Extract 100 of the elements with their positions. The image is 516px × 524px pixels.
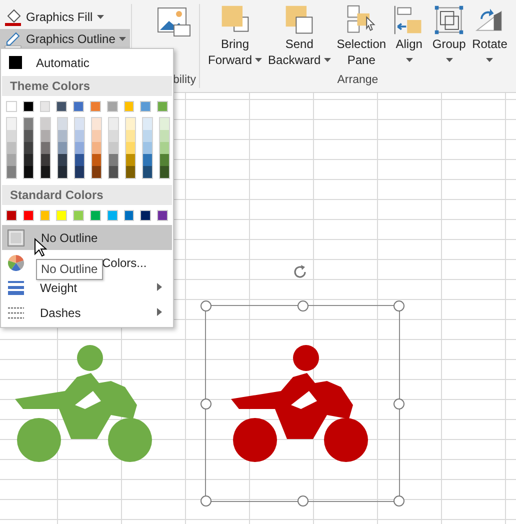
empty-square-icon (7, 228, 25, 246)
menu-item[interactable]: Colors... (102, 256, 147, 270)
color-swatch[interactable] (143, 130, 152, 142)
color-swatch[interactable] (126, 166, 135, 178)
color-swatch[interactable] (24, 118, 33, 130)
color-swatch[interactable] (160, 166, 169, 178)
color-swatch[interactable] (41, 142, 50, 154)
color-swatch[interactable] (58, 142, 67, 154)
resize-handle[interactable] (200, 300, 212, 312)
color-swatch[interactable] (75, 142, 84, 154)
color-swatch[interactable] (56, 210, 68, 221)
color-swatch[interactable] (109, 166, 118, 178)
color-swatch[interactable] (126, 130, 135, 142)
color-swatch[interactable] (24, 154, 33, 166)
color-swatch[interactable] (41, 118, 50, 130)
color-swatch[interactable] (157, 101, 168, 112)
color-swatch[interactable] (7, 118, 16, 130)
color-swatch[interactable] (41, 166, 50, 178)
graphics-outline-button[interactable]: Graphics Outline (0, 29, 130, 49)
color-swatch[interactable] (58, 130, 67, 142)
color-swatch[interactable] (40, 210, 50, 221)
color-swatch[interactable] (75, 130, 84, 142)
color-swatch[interactable] (109, 118, 118, 130)
resize-handle[interactable] (394, 496, 404, 506)
resize-handle[interactable] (394, 398, 404, 409)
color-swatch[interactable] (75, 154, 84, 166)
color-swatch[interactable] (73, 101, 84, 112)
color-swatch[interactable] (73, 210, 84, 221)
color-swatch[interactable] (92, 118, 101, 130)
color-swatch[interactable] (109, 154, 118, 166)
color-swatch[interactable] (160, 142, 169, 154)
color-swatch[interactable] (143, 166, 152, 178)
color-swatch[interactable] (58, 118, 67, 130)
color-swatch[interactable] (7, 142, 16, 154)
color-swatch[interactable] (143, 154, 152, 166)
rotate-handle-icon[interactable] (291, 263, 309, 281)
color-swatch[interactable] (7, 130, 16, 142)
color-swatch[interactable] (75, 118, 84, 130)
color-swatch[interactable] (7, 166, 16, 178)
menu-item[interactable]: Dashes (40, 306, 81, 320)
color-swatch[interactable] (92, 154, 101, 166)
color-wheel-icon (8, 254, 24, 270)
resize-handle[interactable] (297, 496, 308, 506)
resize-handle[interactable] (297, 300, 308, 312)
color-swatch[interactable] (160, 154, 169, 166)
color-swatch[interactable] (58, 166, 67, 178)
color-swatch[interactable] (56, 101, 68, 112)
color-swatch[interactable] (126, 118, 135, 130)
color-swatch[interactable] (109, 130, 118, 142)
resize-handle[interactable] (394, 300, 404, 312)
menu-item[interactable]: Weight (40, 280, 78, 294)
color-swatch[interactable] (109, 142, 118, 154)
color-swatch[interactable] (106, 210, 118, 221)
section-header: Standard Colors (2, 185, 172, 205)
dashes-icon (8, 306, 24, 318)
color-swatch[interactable] (24, 142, 33, 154)
color-swatch[interactable] (24, 130, 33, 142)
color-swatch[interactable] (126, 142, 135, 154)
color-swatch[interactable] (92, 130, 101, 142)
color-swatch[interactable] (41, 154, 50, 166)
graphics-fill-button[interactable]: Graphics Fill (0, 7, 108, 27)
color-swatch[interactable] (106, 101, 118, 112)
color-swatch[interactable] (157, 210, 168, 221)
color-swatch[interactable] (92, 142, 101, 154)
color-swatch[interactable] (143, 142, 152, 154)
rotate-button[interactable]: Rotate (470, 4, 510, 68)
resize-handle[interactable] (200, 398, 212, 409)
picture-icon (156, 6, 192, 38)
color-swatch[interactable] (22, 101, 34, 112)
align-button[interactable]: Align (390, 4, 428, 68)
selection-pane-button[interactable]: Selection Pane (334, 4, 388, 68)
group-button[interactable]: Group (430, 4, 468, 68)
resize-handle[interactable] (200, 496, 212, 506)
color-swatch[interactable] (7, 154, 16, 166)
color-swatch[interactable] (58, 154, 67, 166)
color-swatch[interactable] (75, 166, 84, 178)
send-backward-button[interactable]: Send Backward (266, 4, 333, 68)
color-swatch[interactable] (140, 101, 152, 112)
color-swatch[interactable] (124, 210, 134, 221)
color-swatch[interactable] (124, 101, 134, 112)
color-swatch[interactable] (90, 101, 101, 112)
color-swatch[interactable] (90, 210, 101, 221)
color-swatch[interactable] (143, 118, 152, 130)
color-swatch[interactable] (126, 154, 135, 166)
color-swatch[interactable] (160, 130, 169, 142)
color-swatch[interactable] (160, 118, 169, 130)
color-swatch[interactable] (40, 101, 50, 112)
color-swatch[interactable] (41, 130, 50, 142)
color-swatch[interactable] (6, 101, 17, 112)
tooltip: No Outline (36, 259, 103, 280)
color-swatch[interactable] (92, 166, 101, 178)
automatic-menu-item[interactable]: Automatic (2, 51, 172, 74)
bring-forward-button[interactable]: Bring Forward (206, 4, 264, 68)
group-label: Arrange (337, 74, 378, 88)
color-swatch[interactable] (6, 210, 17, 221)
color-swatch[interactable] (22, 210, 34, 221)
color-swatch[interactable] (140, 210, 152, 221)
color-swatch[interactable] (24, 166, 33, 178)
caret-icon (119, 37, 126, 41)
menu-item[interactable]: No Outline (2, 225, 172, 250)
